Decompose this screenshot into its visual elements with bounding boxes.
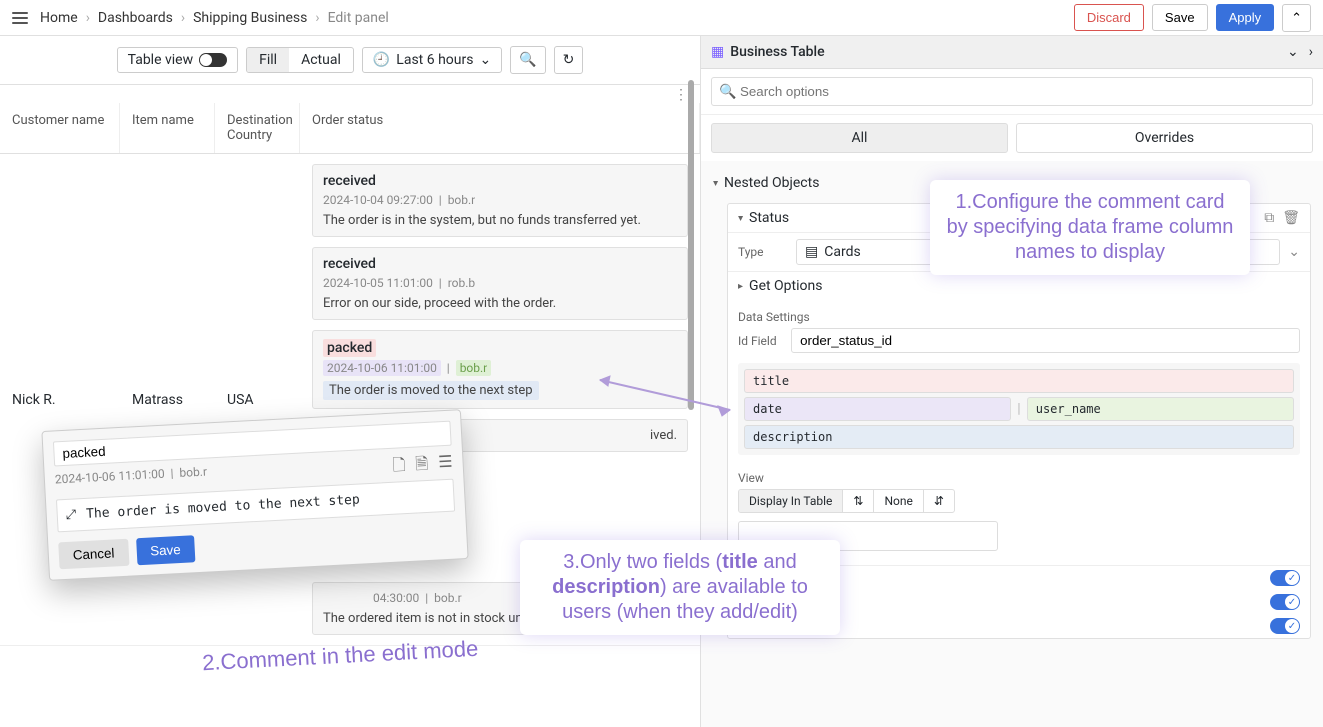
crumb-current: Edit panel — [328, 10, 389, 26]
crumb-shipping[interactable]: Shipping Business — [193, 10, 307, 26]
field-date[interactable]: date — [744, 397, 1011, 421]
col-dest: Destination Country — [215, 103, 300, 153]
card-fields-config: title date | user_name description — [738, 363, 1300, 455]
crumb-dashboards[interactable]: Dashboards — [98, 10, 173, 26]
subsection-status[interactable]: ▸Status — [738, 210, 789, 226]
chevron-down-icon[interactable]: ⌄ — [1287, 44, 1299, 60]
data-settings-label: Data Settings — [738, 310, 1300, 324]
fill-actual-toggle[interactable]: Fill Actual — [246, 47, 354, 73]
popup-save-button[interactable]: Save — [136, 535, 196, 565]
popup-body-input[interactable]: The order is moved to the next step — [86, 493, 360, 522]
cards-icon: ▤ — [805, 244, 818, 260]
id-field-label: Id Field — [738, 334, 783, 348]
type-label: Type — [738, 245, 788, 259]
toggle-switch[interactable] — [1270, 570, 1300, 586]
tab-all[interactable]: All — [711, 123, 1008, 153]
more-icon[interactable]: ⋮ — [674, 87, 688, 103]
scrollbar[interactable] — [688, 80, 694, 410]
hamburger-icon[interactable] — [12, 12, 28, 24]
fill-option[interactable]: Fill — [247, 48, 289, 72]
time-range-picker[interactable]: 🕘 Last 6 hours ⌄ — [362, 47, 502, 73]
discard-button[interactable]: Discard — [1074, 4, 1144, 31]
field-user[interactable]: user_name — [1027, 397, 1294, 421]
sort-asc-icon[interactable]: ⇅ — [843, 490, 874, 512]
actual-option[interactable]: Actual — [289, 48, 353, 72]
edit-comment-popup: 2024-10-06 11:01:00 | bob.r 🗋 🗎 ☰ ⤢ The … — [41, 409, 468, 581]
clock-icon: 🕘 — [373, 52, 390, 68]
search-input[interactable] — [711, 77, 1313, 106]
tab-overrides[interactable]: Overrides — [1016, 123, 1313, 153]
view-label: View — [738, 471, 1300, 485]
popup-cancel-button[interactable]: Cancel — [58, 539, 129, 570]
breadcrumb: Home › Dashboards › Shipping Business › … — [12, 10, 389, 26]
toggle-switch[interactable] — [1270, 594, 1300, 610]
copy-icon[interactable]: ⧉ — [1264, 210, 1274, 226]
col-item: Item name — [120, 103, 215, 153]
toggle-switch[interactable] — [1270, 618, 1300, 634]
zoom-out-icon[interactable]: 🔍 — [510, 46, 545, 74]
col-customer: Customer name — [0, 103, 120, 153]
apply-button[interactable]: Apply — [1216, 4, 1275, 31]
chevron-right-icon[interactable]: › — [1309, 44, 1313, 60]
arrow-1 — [590, 370, 740, 420]
chevron-down-icon[interactable]: ⌄ — [1288, 244, 1300, 260]
expand-icon[interactable]: ⤢ — [65, 507, 76, 523]
panel-type-title[interactable]: Business Table — [730, 44, 824, 60]
refresh-icon[interactable]: ↻ — [554, 46, 584, 74]
table-view-toggle[interactable]: Table view — [117, 47, 239, 73]
callout-3: 3.Only two fields (title and description… — [520, 540, 840, 635]
search-icon: 🔍 — [719, 84, 736, 100]
copy-icon[interactable]: 🗎 — [415, 453, 429, 481]
crumb-home[interactable]: Home — [40, 10, 78, 26]
sort-desc-icon[interactable]: ⇵ — [924, 490, 954, 512]
list-icon[interactable]: ☰ — [438, 452, 454, 480]
get-options[interactable]: ▸Get Options — [728, 271, 1310, 300]
chevron-up-icon[interactable]: ⌃ — [1282, 4, 1311, 32]
display-toggle[interactable]: Display In Table ⇅ None ⇵ — [738, 489, 955, 513]
col-status: Order status — [300, 103, 700, 153]
panel-toolbar: Table view Fill Actual 🕘 Last 6 hours ⌄ … — [0, 36, 700, 85]
callout-1: 1.Configure the comment card by specifyi… — [930, 180, 1250, 275]
table-icon: ▦ — [711, 44, 724, 60]
field-description[interactable]: description — [744, 425, 1294, 449]
chevron-down-icon: ⌄ — [479, 52, 491, 68]
status-card[interactable]: received 2024-10-04 09:27:00 | bob.r The… — [312, 164, 688, 237]
field-title[interactable]: title — [744, 369, 1294, 393]
status-card[interactable]: received 2024-10-05 11:01:00 | rob.b Err… — [312, 247, 688, 320]
file-icon[interactable]: 🗋 — [392, 454, 406, 482]
trash-icon[interactable]: 🗑 — [1282, 210, 1300, 226]
save-button[interactable]: Save — [1152, 4, 1208, 31]
id-field-input[interactable] — [791, 328, 1300, 353]
